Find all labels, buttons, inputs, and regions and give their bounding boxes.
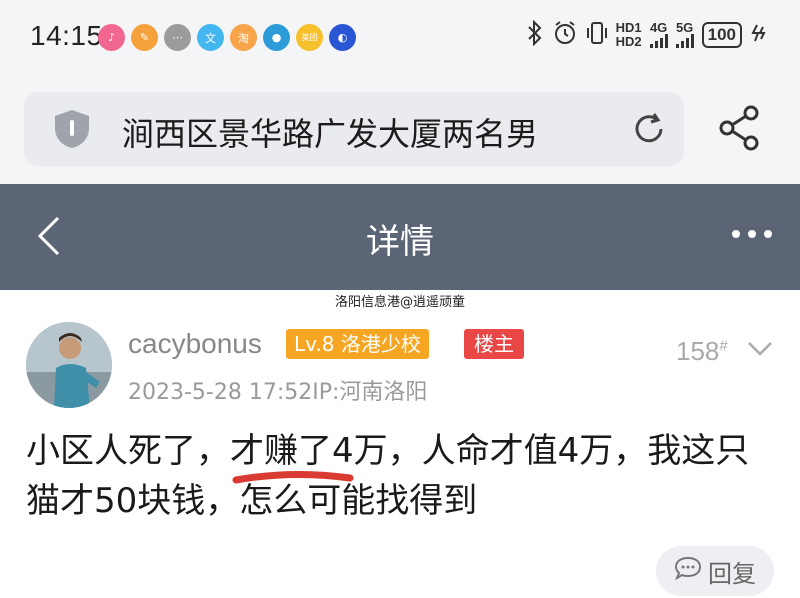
net2-label: 5G (675, 19, 694, 35)
planet-app-icon: ◐ (329, 24, 356, 51)
status-bar: 14:15 ♪ ✎ ⋯ 文淘 ● 美团 ◐ HD1 HD2 4G 5G 100 (0, 0, 800, 74)
chevron-down-icon[interactable] (746, 340, 774, 362)
username[interactable]: cacybonus (128, 328, 262, 360)
reply-label: 回复 (708, 559, 756, 588)
share-icon[interactable] (718, 104, 762, 156)
status-time: 14:15 (30, 20, 103, 51)
page-title: 详情 (366, 222, 434, 262)
charging-icon (750, 23, 766, 46)
ball-app-icon: ● (263, 24, 290, 51)
owner-badge: 楼主 (464, 329, 524, 359)
floor-value: 158 (676, 336, 720, 366)
alarm-icon (552, 20, 578, 49)
shield-icon (52, 108, 92, 154)
vibrate-icon (586, 20, 608, 49)
status-indicators: HD1 HD2 4G 5G 100 (526, 19, 766, 49)
music-app-icon: ♪ (98, 24, 125, 51)
hd1-label: HD1 (615, 19, 642, 35)
taobao-app-icon: 淘 (230, 24, 257, 51)
signal-bars-icon (649, 33, 668, 48)
wenku-app-icon: 文 (197, 24, 224, 51)
signal-4g: 4G (649, 19, 668, 48)
net1-label: 4G (649, 19, 668, 35)
meituan-app-icon: 美团 (296, 24, 323, 51)
reply-button[interactable]: 回复 (656, 546, 774, 596)
floor-number: 158# (676, 336, 728, 367)
post-content: 小区人死了，才赚了4万，人命才值4万，我这只猫才50块钱，怎么可能找得到 (26, 431, 750, 521)
page-header: 详情 (0, 184, 800, 290)
signal-5g: 5G (675, 19, 694, 48)
comment-icon (674, 555, 702, 587)
hd2-label: HD2 (615, 33, 642, 49)
post-meta: 2023-5-28 17:52IP:河南洛阳 (128, 380, 428, 405)
hd-indicator: HD1 HD2 (615, 19, 642, 49)
chat-app-icon: ⋯ (164, 24, 191, 51)
level-badge: Lv.8 洛港少校 (286, 329, 429, 359)
browser-toolbar: 涧西区景华路广发大厦两名男 (0, 74, 800, 184)
more-options-icon[interactable] (732, 230, 772, 238)
red-underline-mark (232, 468, 356, 494)
brush-app-icon: ✎ (131, 24, 158, 51)
url-search-box[interactable]: 涧西区景华路广发大厦两名男 (24, 92, 684, 166)
battery-indicator: 100 (701, 21, 742, 48)
signal-bars-icon (675, 33, 694, 48)
floor-mark: # (719, 337, 728, 355)
search-query-text[interactable]: 涧西区景华路广发大厦两名男 (122, 109, 538, 155)
notification-icons: ♪ ✎ ⋯ 文淘 ● 美团 ◐ (98, 24, 356, 51)
watermark-text: 洛阳信息港@逍遥顽童 (334, 295, 465, 310)
bluetooth-icon (526, 19, 544, 49)
refresh-icon[interactable] (630, 110, 668, 152)
avatar[interactable] (26, 322, 112, 408)
